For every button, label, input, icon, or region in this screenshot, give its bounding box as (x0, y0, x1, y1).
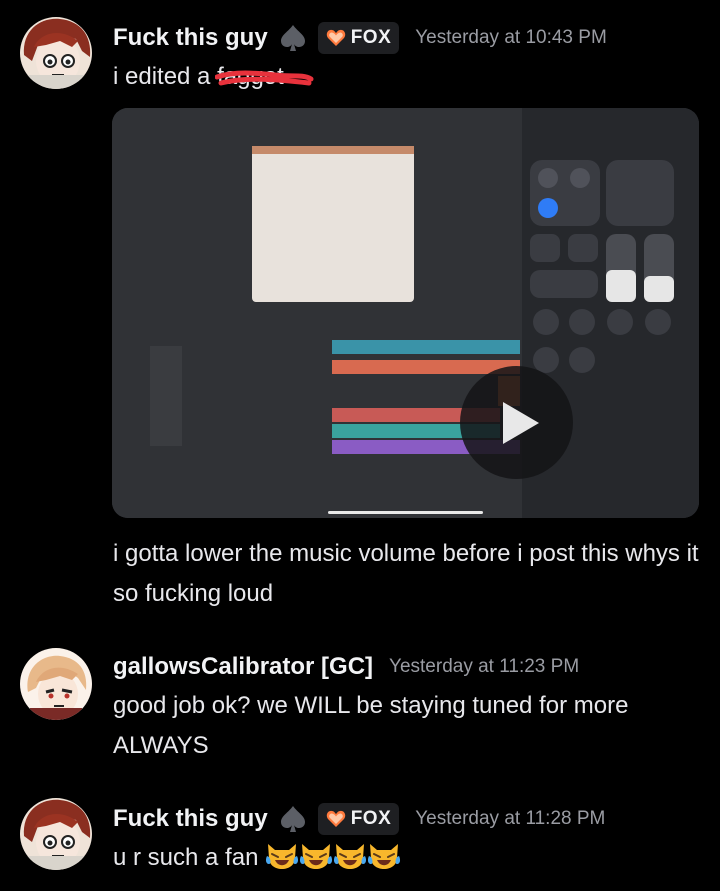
message-header: Fuck this guy FOX Yesterday at 11:28 PM (113, 803, 605, 835)
username[interactable]: Fuck this guy (113, 805, 268, 833)
joy-cat-emoji[interactable] (367, 840, 401, 870)
timestamp: Yesterday at 11:28 PM (415, 808, 606, 829)
username[interactable]: gallowsCalibrator [GC] (113, 653, 373, 681)
heart-icon (326, 810, 345, 827)
message-text: u r such a fan (113, 838, 401, 878)
username[interactable]: Fuck this guy (113, 24, 268, 52)
message-text-body: u r such a fan (113, 844, 259, 871)
avatar[interactable] (20, 648, 92, 720)
tag-label: FOX (350, 808, 392, 829)
emoji-row (265, 844, 401, 871)
play-button[interactable] (460, 366, 573, 479)
video-thumbnail (112, 108, 699, 518)
timestamp: Yesterday at 10:43 PM (415, 27, 607, 48)
play-icon (502, 401, 539, 444)
guild-tag[interactable]: FOX (317, 803, 400, 835)
avatar[interactable] (20, 17, 92, 89)
guild-tag[interactable]: FOX (317, 22, 400, 54)
heart-icon (326, 29, 345, 46)
message-text: i edited a faggot (113, 57, 314, 97)
joy-cat-emoji[interactable] (299, 840, 333, 870)
joy-cat-emoji[interactable] (333, 840, 367, 870)
tag-label: FOX (350, 27, 392, 48)
timestamp: Yesterday at 11:23 PM (389, 656, 580, 677)
message-text: i gotta lower the music volume before i … (113, 540, 699, 607)
message-header: gallowsCalibrator [GC] Yesterday at 11:2… (113, 653, 579, 681)
video-attachment[interactable] (112, 108, 699, 518)
message-text: good job ok? we WILL be staying tuned fo… (113, 692, 629, 759)
avatar[interactable] (20, 798, 92, 870)
spade-icon (280, 806, 305, 832)
scribbled-word: faggot (215, 57, 314, 97)
joy-cat-emoji[interactable] (265, 840, 299, 870)
message-header: Fuck this guy FOX Yesterday at 10:43 PM (113, 22, 607, 54)
scribble-strike (215, 70, 314, 86)
message-text-start: i edited a (113, 63, 218, 90)
spade-icon (280, 25, 305, 51)
